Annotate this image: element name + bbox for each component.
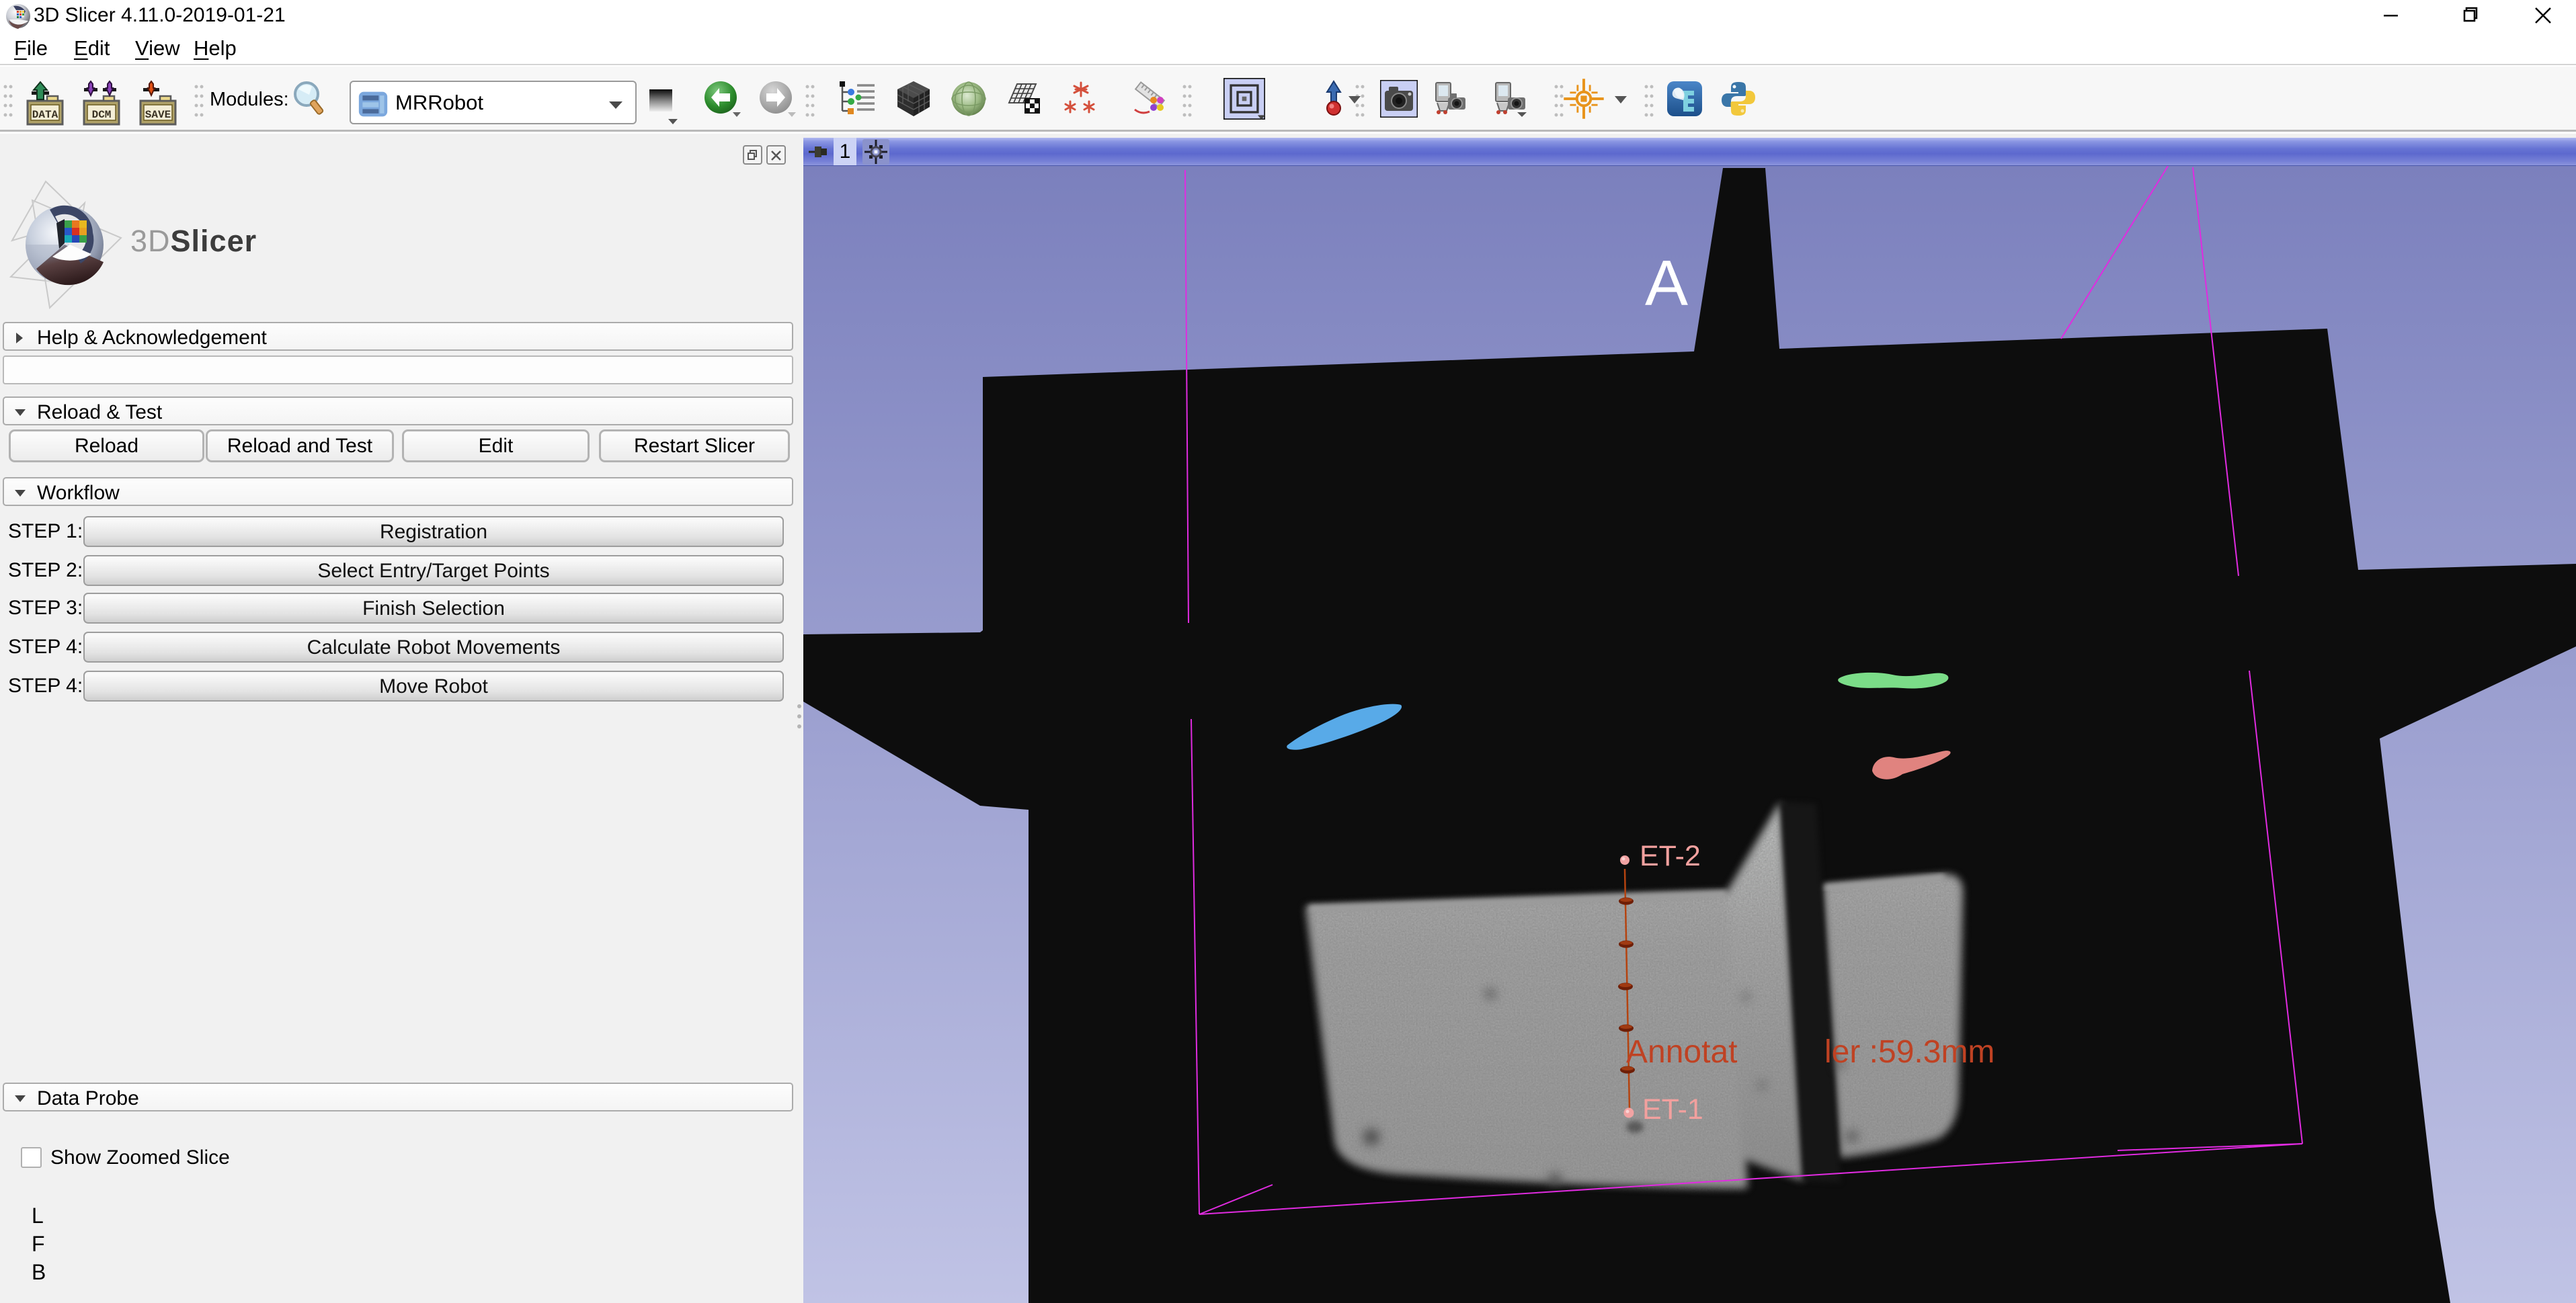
svg-text:ET-1: ET-1 [1642,1093,1703,1126]
svg-text:A: A [1645,247,1688,319]
svg-text:DCM: DCM [92,109,112,121]
svg-text:ler :59.3mm: ler :59.3mm [1824,1034,1995,1070]
svg-text:Annotat: Annotat [1626,1034,1737,1070]
svg-text:ET-2: ET-2 [1640,840,1701,872]
svg-text:DATA: DATA [32,109,58,121]
svg-text:SAVE: SAVE [145,109,171,121]
